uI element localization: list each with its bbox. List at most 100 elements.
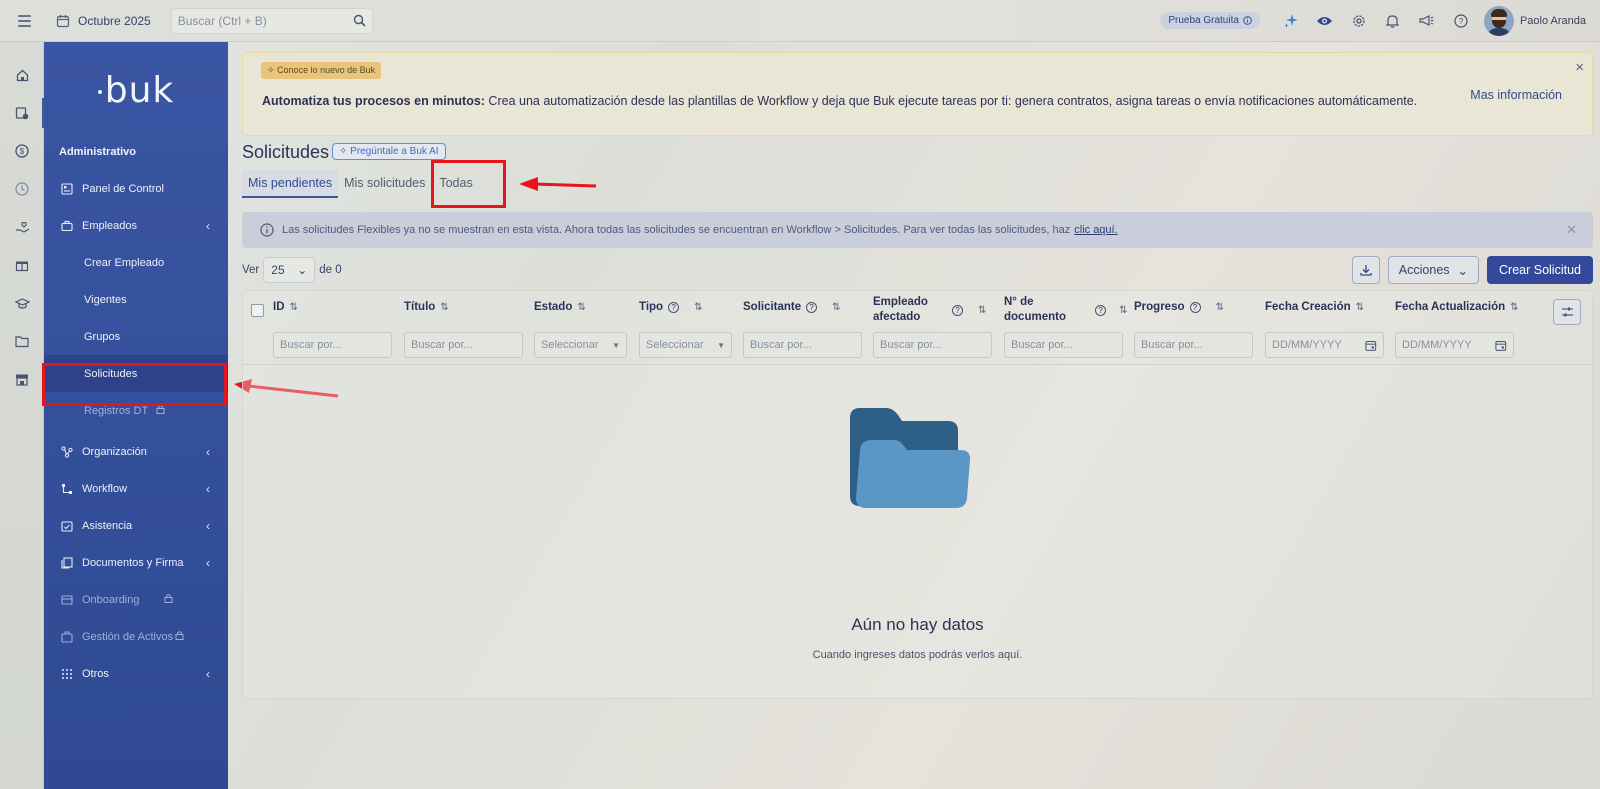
megaphone-icon[interactable]	[1410, 7, 1444, 35]
sort-icon[interactable]: ⇅	[1216, 302, 1224, 313]
search-icon[interactable]	[353, 14, 366, 27]
column-header-estado[interactable]: Estado ⇅	[534, 301, 586, 313]
help-icon[interactable]: ?	[1189, 301, 1201, 313]
sort-icon[interactable]: ⇅	[1510, 302, 1518, 313]
sort-icon[interactable]: ⇅	[1119, 305, 1127, 316]
titulo-filter-input[interactable]	[411, 339, 516, 351]
sort-icon[interactable]: ⇅	[832, 302, 840, 313]
sliders-icon	[1561, 307, 1573, 317]
tab-mis-pendientes[interactable]: Mis pendientes	[242, 170, 339, 198]
search-input[interactable]	[177, 13, 338, 28]
user-menu[interactable]: Paolo Aranda	[1483, 5, 1586, 36]
rail-graduation-icon[interactable]	[0, 284, 44, 322]
rail-gift-icon[interactable]	[0, 246, 44, 284]
column-header-documento[interactable]: N° de documento? ⇅	[1004, 295, 1127, 325]
estado-filter[interactable]: Seleccionar ▼	[534, 332, 627, 358]
help-icon[interactable]: ?	[1095, 304, 1106, 316]
column-settings-button[interactable]	[1553, 299, 1581, 325]
sidebar-item-workflow[interactable]: Workflow ‹	[44, 470, 228, 507]
period-selector[interactable]: Octubre 2025	[56, 14, 151, 28]
sidebar-item-empleados[interactable]: Empleados ‹	[44, 207, 228, 244]
solicitante-filter-input[interactable]	[750, 339, 855, 351]
column-header-solicitante[interactable]: Solicitante? ⇅	[743, 301, 841, 313]
ask-ai-button[interactable]: ✧ Pregúntale a Buk AI	[332, 143, 446, 160]
column-header-fecha-actualizacion[interactable]: Fecha Actualización ⇅	[1395, 301, 1519, 313]
click-here-link[interactable]: clic aquí.	[1074, 224, 1117, 236]
column-header-tipo[interactable]: Tipo? ⇅	[639, 301, 702, 313]
rail-payroll-icon[interactable]: $	[0, 132, 44, 170]
solicitante-filter[interactable]	[743, 332, 862, 358]
rail-home-icon[interactable]	[0, 56, 44, 94]
sidebar-item-gestion-de-activos[interactable]: Gestión de Activos	[44, 618, 228, 655]
sidebar-item-vigentes[interactable]: Vigentes	[44, 281, 228, 318]
progreso-filter[interactable]	[1134, 332, 1253, 358]
tipo-filter[interactable]: Seleccionar ▼	[639, 332, 732, 358]
settings-icon[interactable]	[1342, 7, 1376, 35]
calendar-icon[interactable]	[1495, 339, 1507, 352]
close-icon[interactable]: ×	[1575, 59, 1584, 76]
column-header-id[interactable]: ID ⇅	[273, 301, 298, 313]
actions-dropdown[interactable]: Acciones ⌄	[1387, 256, 1480, 284]
sidebar-item-onboarding[interactable]: Onboarding	[44, 581, 228, 618]
column-header-empleado-afectado[interactable]: Empleado afectado? ⇅	[873, 295, 986, 325]
menu-icon[interactable]	[14, 10, 36, 32]
column-header-titulo[interactable]: Título ⇅	[404, 301, 449, 313]
page-size-label: Ver	[242, 264, 260, 276]
empleado-filter[interactable]	[873, 332, 992, 358]
help-icon[interactable]: ?	[952, 304, 963, 316]
rail-clock-icon[interactable]	[0, 170, 44, 208]
sort-icon[interactable]: ⇅	[694, 302, 702, 313]
download-button[interactable]	[1351, 256, 1380, 284]
sidebar-item-label: Organización	[82, 445, 147, 458]
sidebar-item-label: Documentos y Firma	[82, 556, 184, 569]
help-icon[interactable]: ?	[668, 301, 680, 313]
fecha-creacion-input[interactable]	[1272, 339, 1366, 351]
global-search[interactable]	[170, 7, 373, 34]
eye-icon[interactable]	[1308, 7, 1342, 35]
more-info-link[interactable]: Mas información	[1470, 88, 1562, 102]
sidebar-item-documentos-y-firma[interactable]: Documentos y Firma ‹	[44, 544, 228, 581]
help-icon[interactable]: ?	[806, 301, 818, 313]
buk-logo[interactable]: buk	[44, 70, 228, 120]
column-header-progreso[interactable]: Progreso? ⇅	[1134, 301, 1224, 313]
rail-admin-icon[interactable]	[0, 94, 44, 132]
close-icon[interactable]: ✕	[1566, 222, 1577, 238]
sort-icon[interactable]: ⇅	[1356, 302, 1364, 313]
select-all-checkbox[interactable]	[251, 304, 264, 317]
fecha-creacion-filter[interactable]	[1265, 332, 1384, 358]
progreso-filter-input[interactable]	[1141, 339, 1246, 351]
sidebar-item-grupos[interactable]: Grupos	[44, 318, 228, 355]
rail-store-icon[interactable]	[0, 360, 44, 398]
id-filter[interactable]	[273, 332, 392, 358]
fecha-actualizacion-filter[interactable]	[1395, 332, 1514, 358]
empleado-filter-input[interactable]	[880, 339, 985, 351]
documento-filter-input[interactable]	[1011, 339, 1116, 351]
bell-icon[interactable]	[1376, 7, 1410, 35]
sort-icon[interactable]: ⇅	[978, 305, 986, 316]
column-header-fecha-creacion[interactable]: Fecha Creación ⇅	[1265, 301, 1364, 313]
chevron-left-icon: ‹	[206, 666, 210, 681]
create-request-button[interactable]: Crear Solicitud	[1487, 256, 1593, 284]
sidebar-item-asistencia[interactable]: Asistencia ‹	[44, 507, 228, 544]
id-filter-input[interactable]	[280, 339, 385, 351]
trial-badge[interactable]: Prueba Gratuita	[1160, 12, 1260, 29]
column-label: N° de documento	[1004, 296, 1066, 323]
sidebar-item-crear-empleado[interactable]: Crear Empleado	[44, 244, 228, 281]
sidebar-item-organizacion[interactable]: Organización ‹	[44, 433, 228, 470]
ai-sparkle-icon[interactable]	[1274, 7, 1308, 35]
help-icon[interactable]: ?	[1444, 7, 1478, 35]
documento-filter[interactable]	[1004, 332, 1123, 358]
page-size-select[interactable]: 25 ⌄	[263, 257, 316, 283]
fecha-actualizacion-input[interactable]	[1402, 339, 1496, 351]
sort-icon[interactable]: ⇅	[440, 302, 448, 313]
rail-hand-heart-icon[interactable]	[0, 208, 44, 246]
sort-icon[interactable]: ⇅	[290, 302, 298, 313]
sidebar-item-otros[interactable]: Otros ‹	[44, 655, 228, 692]
sidebar-item-panel-de-control[interactable]: Panel de Control	[44, 170, 228, 207]
documents-icon	[60, 556, 74, 570]
titulo-filter[interactable]	[404, 332, 523, 358]
tab-mis-solicitudes[interactable]: Mis solicitudes	[338, 170, 431, 198]
rail-folder-icon[interactable]	[0, 322, 44, 360]
sort-icon[interactable]: ⇅	[577, 302, 585, 313]
calendar-icon[interactable]	[1365, 339, 1377, 352]
